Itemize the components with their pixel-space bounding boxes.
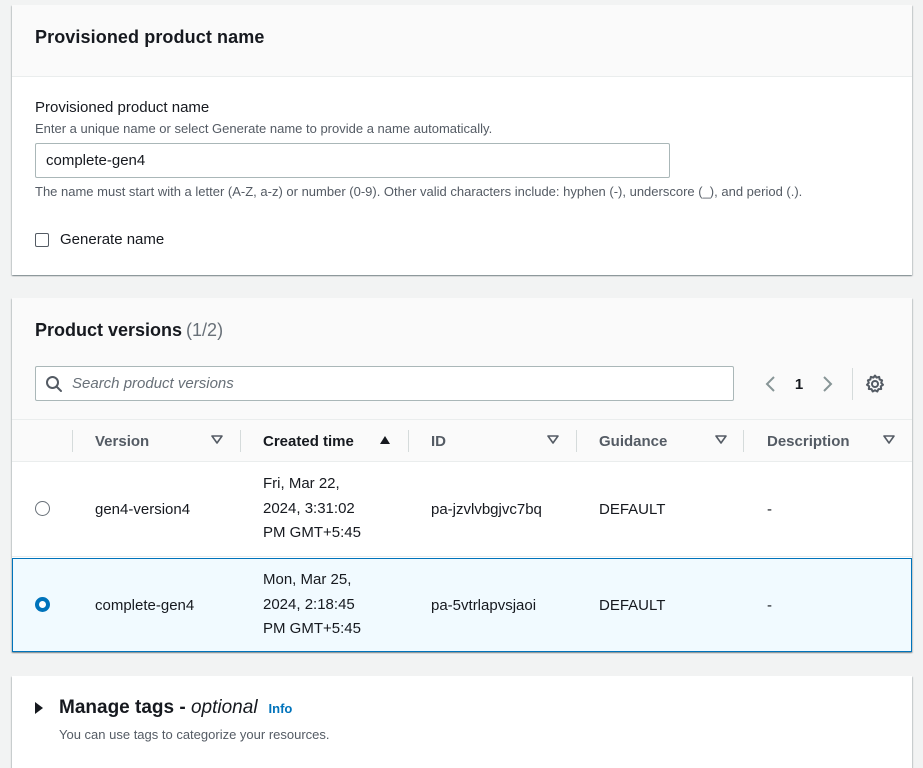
next-page-button[interactable] — [812, 370, 842, 398]
pagination: 1 — [756, 370, 842, 398]
sort-caret-icon[interactable] — [211, 435, 223, 445]
search-icon — [36, 375, 72, 393]
search-input[interactable] — [72, 375, 733, 392]
row-select-radio-checked[interactable] — [35, 597, 50, 612]
manage-tags-description: You can use tags to categorize your reso… — [59, 727, 330, 742]
caret-right-icon[interactable] — [35, 702, 43, 714]
manage-tags-panel: Manage tags - optional Info You can use … — [12, 676, 912, 768]
column-header-guidance[interactable]: Guidance — [599, 420, 667, 462]
version-cell: gen4-version4 — [95, 500, 191, 518]
created-time-line: Mon, Mar 25, — [263, 571, 352, 588]
created-time-line: 2024, 2:18:45 — [263, 595, 355, 613]
created-time-line: PM GMT+5:45 — [263, 524, 361, 541]
info-link[interactable]: Info — [269, 701, 293, 716]
provisioned-product-name-panel: Provisioned product name Provisioned pro… — [12, 5, 912, 275]
column-divider — [576, 430, 577, 452]
search-box[interactable] — [35, 366, 734, 401]
optional-label: optional — [190, 697, 258, 718]
column-label: Guidance — [599, 432, 668, 450]
column-label: Version — [95, 432, 150, 450]
product-versions-panel: Product versions(1/2) 1 Version Created … — [12, 298, 912, 652]
panel-title: Provisioned product name — [35, 27, 265, 47]
generate-name-label[interactable]: Generate name — [60, 231, 164, 248]
created-time-line: 2024, 3:31:02 — [263, 499, 355, 517]
guidance-cell: DEFAULT — [599, 500, 666, 518]
versions-count: (1/2) — [186, 320, 224, 340]
generate-name-checkbox[interactable] — [35, 232, 49, 247]
chevron-right-icon — [823, 376, 833, 392]
page-number[interactable]: 1 — [786, 376, 812, 393]
id-cell: pa-jzvlvbgjvc7bq — [431, 500, 542, 518]
table-header: Version Created time ID Guidance Descrip… — [12, 419, 912, 462]
sort-ascending-icon[interactable] — [379, 435, 391, 445]
version-cell: complete-gen4 — [95, 596, 195, 614]
created-time-line: PM GMT+5:45 — [263, 620, 361, 637]
description-cell: - — [767, 596, 772, 614]
created-time-cell: Fri, Mar 22, 2024, 3:31:02 PM GMT+5:45 — [263, 472, 361, 546]
created-time-cell: Mon, Mar 25, 2024, 2:18:45 PM GMT+5:45 — [263, 568, 361, 642]
sort-caret-icon[interactable] — [715, 435, 727, 445]
column-label: Description — [767, 432, 850, 450]
manage-tags-title-text: Manage tags - — [59, 697, 191, 718]
pager-divider — [852, 368, 853, 400]
sort-caret-icon[interactable] — [883, 435, 895, 445]
previous-page-button[interactable] — [756, 370, 786, 398]
versions-title: Product versions (1/2) — [35, 320, 223, 341]
table-row[interactable]: gen4-version4 Fri, Mar 22, 2024, 3:31:02… — [12, 462, 912, 557]
generate-name-option[interactable]: Generate name — [35, 231, 164, 248]
versions-title-text: Product versions — [35, 320, 183, 340]
description-cell: - — [767, 500, 772, 518]
column-header-id[interactable]: ID — [431, 420, 446, 462]
column-label: ID — [431, 432, 446, 450]
name-constraint-text: The name must start with a letter (A-Z, … — [35, 184, 803, 199]
manage-tags-expander[interactable]: Manage tags - optional Info — [35, 697, 292, 719]
provisioned-product-name-input[interactable] — [35, 143, 670, 178]
guidance-cell: DEFAULT — [599, 596, 666, 614]
name-field-description: Enter a unique name or select Generate n… — [35, 121, 493, 136]
manage-tags-title[interactable]: Manage tags - optional — [59, 697, 258, 719]
sort-caret-icon[interactable] — [547, 435, 559, 445]
created-time-line: Fri, Mar 22, — [263, 475, 340, 492]
panel-header: Provisioned product name — [12, 5, 912, 77]
column-label: Created time — [263, 432, 354, 450]
column-divider — [408, 430, 409, 452]
preferences-button[interactable] — [862, 371, 888, 397]
column-divider — [240, 430, 241, 452]
row-select-radio[interactable] — [35, 501, 50, 516]
column-divider — [72, 430, 73, 452]
id-cell: pa-5vtrlapvsjaoi — [431, 596, 537, 614]
column-header-description[interactable]: Description — [767, 420, 850, 462]
column-header-created-time[interactable]: Created time — [263, 420, 354, 462]
chevron-left-icon — [765, 376, 775, 392]
gear-icon — [866, 374, 884, 393]
column-divider — [743, 430, 744, 452]
name-field-label: Provisioned product name — [35, 99, 210, 116]
column-header-version[interactable]: Version — [95, 420, 149, 462]
table-row-selected[interactable]: complete-gen4 Mon, Mar 25, 2024, 2:18:45… — [12, 558, 912, 652]
